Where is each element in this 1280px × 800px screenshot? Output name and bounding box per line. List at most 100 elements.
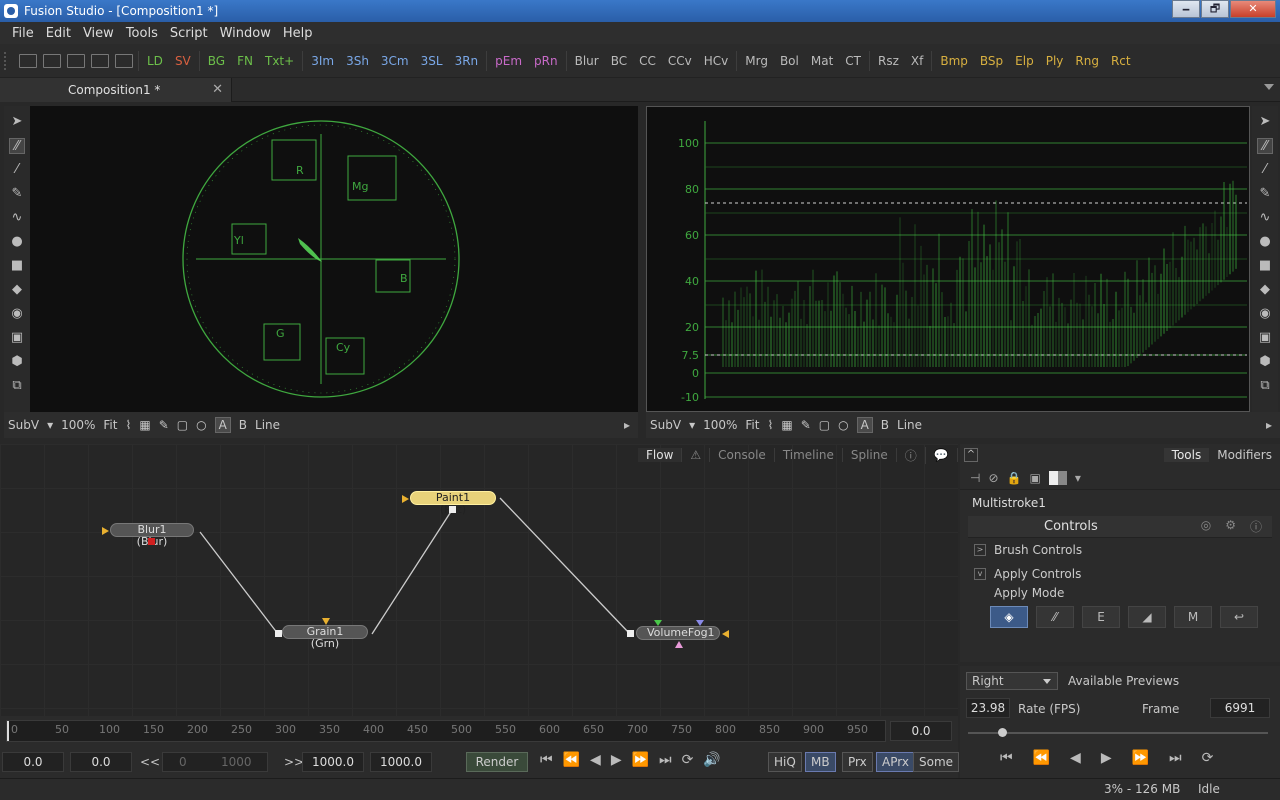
tool-button-bsp[interactable]: BSp <box>980 54 1003 68</box>
expand-icon[interactable]: > <box>974 544 986 556</box>
node-input-icon[interactable] <box>102 527 109 535</box>
apply-controls-row[interactable]: v Apply Controls <box>960 562 1280 586</box>
rewind-icon[interactable]: ⏪ <box>1033 750 1050 766</box>
roi-circle-icon[interactable]: ○ <box>838 418 848 432</box>
fast-forward-icon[interactable]: ⏩ <box>632 752 649 768</box>
apply-color-icon[interactable]: ◈ <box>990 606 1028 628</box>
layout-stack-icon[interactable] <box>115 53 133 68</box>
global-end-field[interactable]: 1000.0 <box>370 752 432 772</box>
menu-view[interactable]: View <box>77 26 120 41</box>
circle-tool-icon[interactable]: ● <box>9 234 25 250</box>
tool-button-pem[interactable]: pEm <box>495 54 522 68</box>
step-back-button[interactable]: << <box>140 755 160 769</box>
draw-icon[interactable]: ⌇ <box>767 418 773 432</box>
roi-rect-icon[interactable]: ▢ <box>819 418 830 432</box>
fit-button[interactable]: Fit <box>103 418 117 432</box>
tool-button-blur[interactable]: Blur <box>575 54 599 68</box>
tool-button-3sl[interactable]: 3SL <box>421 54 443 68</box>
menu-tools[interactable]: Tools <box>120 26 164 41</box>
rectangle-tool-icon[interactable]: ■ <box>9 258 25 274</box>
eraser-tool-icon[interactable]: ▣ <box>9 330 25 346</box>
draw-icon[interactable]: ⌇ <box>125 418 131 432</box>
multistroke-tool-icon[interactable]: ⁄⁄ <box>1257 138 1273 154</box>
stamp-tool-icon[interactable]: ◉ <box>1257 306 1273 322</box>
bezier-tool-icon[interactable]: ∿ <box>9 210 25 226</box>
viewer-scroll-right-icon[interactable]: ▸ <box>1266 418 1272 432</box>
grid-icon[interactable]: ▦ <box>139 418 150 432</box>
pin-icon[interactable]: ⊣ <box>970 471 980 485</box>
loop-icon[interactable]: ⟳ <box>1202 750 1214 766</box>
tool-button-hcv[interactable]: HCv <box>704 54 729 68</box>
rewind-icon[interactable]: ⏪ <box>563 752 580 768</box>
select-tool-icon[interactable]: ➤ <box>9 114 25 130</box>
tool-button-rsz[interactable]: Rsz <box>878 54 899 68</box>
select-tool-icon[interactable]: ➤ <box>1257 114 1273 130</box>
render-button[interactable]: Render <box>466 752 528 772</box>
preview-slider-handle[interactable] <box>998 728 1007 737</box>
current-time-field[interactable]: 0.0 <box>890 721 952 741</box>
audio-icon[interactable]: 🔊 <box>703 752 720 768</box>
picker-icon[interactable]: ✎ <box>801 418 811 432</box>
transform-tool-icon[interactable]: ⧉ <box>1257 378 1273 394</box>
tool-button-xf[interactable]: Xf <box>911 54 923 68</box>
zoom-level[interactable]: 100% <box>61 418 95 432</box>
tab-composition1[interactable]: Composition1 * ✕ <box>0 78 232 102</box>
rectangle-tool-icon[interactable]: ■ <box>1257 258 1273 274</box>
stamp-tool-icon[interactable]: ◉ <box>9 306 25 322</box>
comments-icon[interactable]: 💬 <box>926 448 958 462</box>
tool-button-3cm[interactable]: 3Cm <box>381 54 409 68</box>
a-buffer-button[interactable]: A <box>214 417 231 433</box>
mb-button[interactable]: MB <box>805 752 836 772</box>
reverse-icon[interactable]: ◀ <box>590 752 601 768</box>
multistroke-tool-icon[interactable]: ⁄⁄ <box>9 138 25 154</box>
display-mode[interactable]: Line <box>897 418 922 432</box>
save-icon[interactable]: ▣ <box>1029 471 1040 485</box>
tool-button-bmp[interactable]: Bmp <box>940 54 968 68</box>
first-frame-icon[interactable]: ⏮ <box>1000 750 1013 766</box>
tool-button-3im[interactable]: 3Im <box>311 54 334 68</box>
menu-edit[interactable]: Edit <box>40 26 77 41</box>
right-viewer-waveform[interactable]: 100 80 60 40 20 7.5 0 -10 <box>646 106 1250 412</box>
reverse-icon[interactable]: ◀ <box>1070 750 1081 766</box>
tool-button-rng[interactable]: Rng <box>1075 54 1099 68</box>
tab-menu-chevron-down-icon[interactable] <box>1264 84 1274 90</box>
subview-dropdown[interactable]: SubV <box>650 418 681 432</box>
tool-button-fn[interactable]: FN <box>237 54 253 68</box>
tool-button-bg[interactable]: BG <box>208 54 225 68</box>
fit-button[interactable]: Fit <box>745 418 759 432</box>
fill-tool-icon[interactable]: ◆ <box>9 282 25 298</box>
node-output-icon[interactable] <box>449 506 456 513</box>
close-tab-icon[interactable]: ✕ <box>212 82 223 97</box>
tab-console[interactable]: Console <box>710 448 775 462</box>
node-blur1[interactable]: Blur1 (Blur) <box>110 523 194 548</box>
tool-button-prn[interactable]: pRn <box>534 54 558 68</box>
layout-split-icon[interactable] <box>43 53 61 68</box>
loop-icon[interactable]: ⟳ <box>682 752 694 768</box>
menu-script[interactable]: Script <box>164 26 214 41</box>
frame-field[interactable]: 6991 <box>1210 698 1270 718</box>
apply-emboss-icon[interactable]: E <box>1082 606 1120 628</box>
apply-clone-icon[interactable]: ⁄⁄ <box>1036 606 1074 628</box>
first-frame-icon[interactable]: ⏮ <box>540 752 553 768</box>
color-swatch-icon[interactable] <box>1048 470 1067 485</box>
tab-modifiers[interactable]: Modifiers <box>1209 448 1280 462</box>
layout-quad-icon[interactable] <box>91 53 109 68</box>
circle-tool-icon[interactable]: ● <box>1257 234 1273 250</box>
tool-button-cc[interactable]: CC <box>639 54 656 68</box>
gear-icon[interactable]: ⚙ <box>1225 518 1236 535</box>
maximize-button[interactable]: 🗗 <box>1201 0 1229 18</box>
prx-button[interactable]: Prx <box>842 752 873 772</box>
controls-tab[interactable]: Controls <box>1044 519 1098 534</box>
last-frame-icon[interactable]: ⏭ <box>659 752 672 768</box>
tab-timeline[interactable]: Timeline <box>775 448 843 462</box>
render-end-field[interactable]: 1000.0 <box>302 752 364 772</box>
layout-dual-icon[interactable] <box>67 53 85 68</box>
tool-button-3sh[interactable]: 3Sh <box>346 54 369 68</box>
bezier-tool-icon[interactable]: ∿ <box>1257 210 1273 226</box>
apply-erase-icon[interactable]: ◢ <box>1128 606 1166 628</box>
apply-smear-icon[interactable]: ↩ <box>1220 606 1258 628</box>
tab-tools[interactable]: Tools <box>1163 448 1210 462</box>
tool-button-ccv[interactable]: CCv <box>668 54 692 68</box>
info-icon[interactable]: ⓘ <box>897 446 926 464</box>
tool-button-sv[interactable]: SV <box>175 54 191 68</box>
